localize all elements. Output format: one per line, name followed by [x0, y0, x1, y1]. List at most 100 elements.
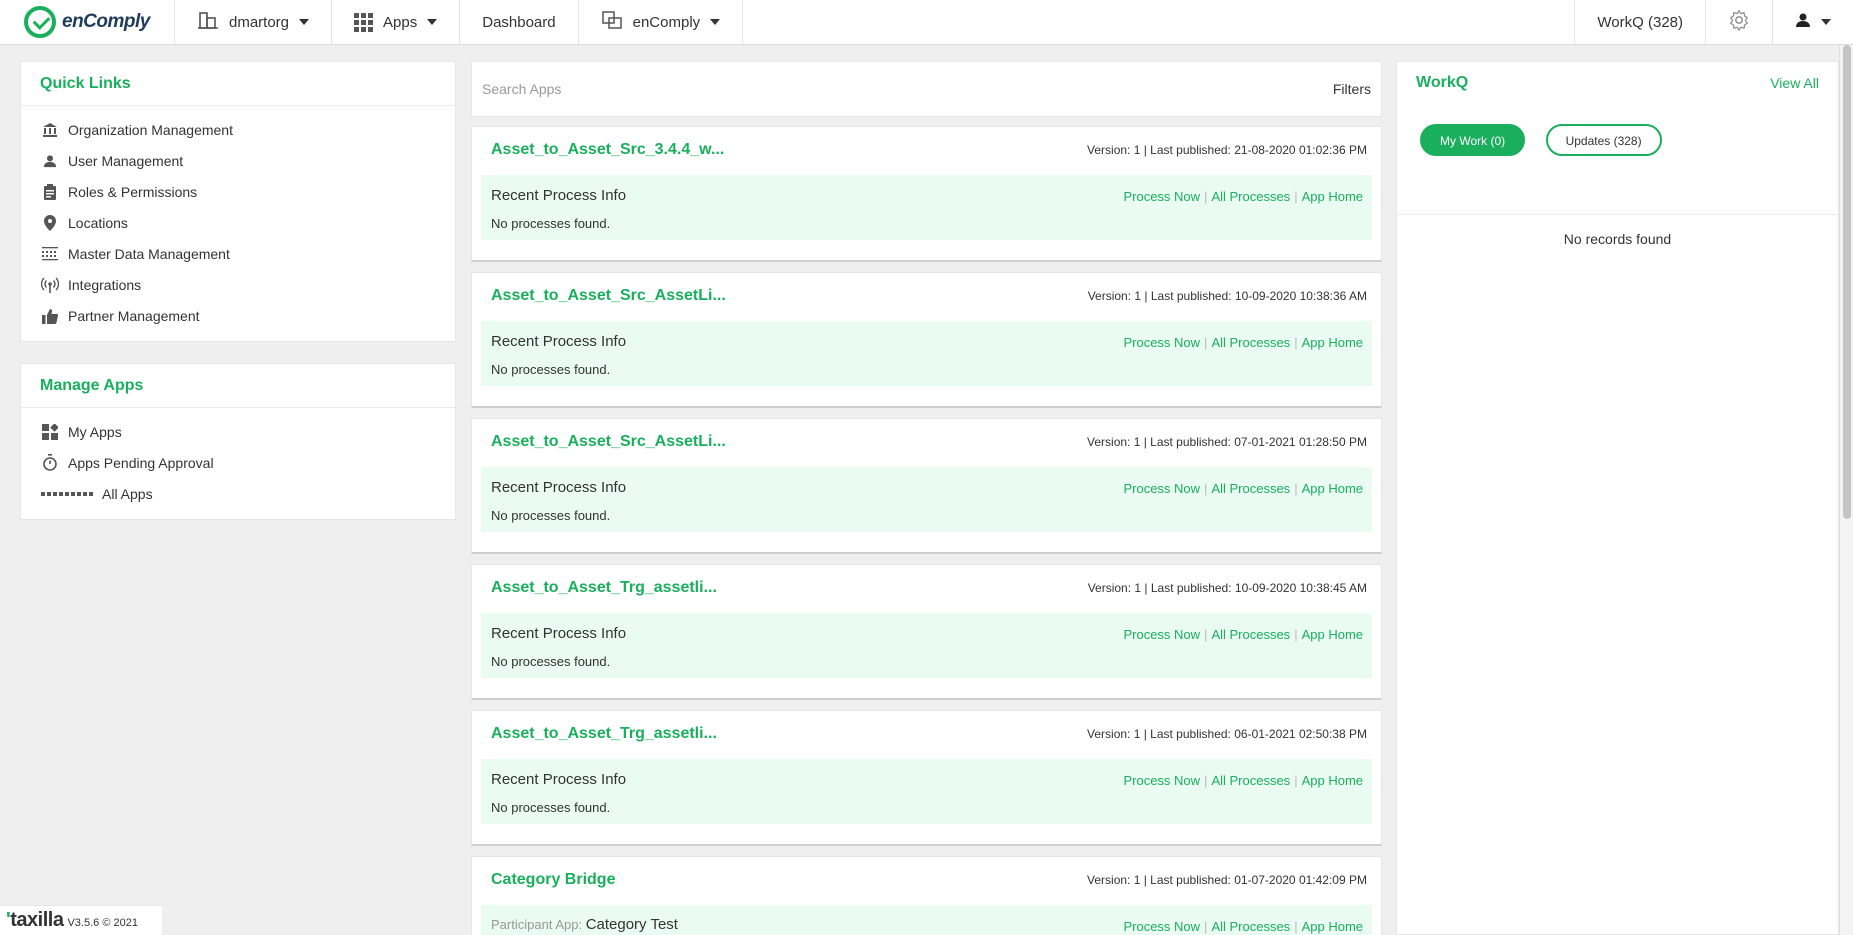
all-processes-link[interactable]: All Processes — [1211, 335, 1290, 350]
quick-link-locations[interactable]: Locations — [21, 207, 455, 238]
context-name: enComply — [632, 13, 701, 31]
app-meta: Version: 1 | Last published: 10-09-2020 … — [1087, 289, 1367, 303]
app-card: Asset_to_Asset_Src_3.4.4_w... Version: 1… — [471, 126, 1382, 262]
workq-tabs: My Work (0) Updates (328) — [1397, 104, 1838, 215]
process-now-link[interactable]: Process Now — [1123, 189, 1200, 204]
app-home-link[interactable]: App Home — [1302, 335, 1363, 350]
brand[interactable]: enComply — [0, 0, 175, 44]
search-apps-input[interactable] — [482, 81, 1333, 97]
link-separator: | — [1204, 919, 1208, 934]
manage-apps-my-apps[interactable]: My Apps — [21, 416, 455, 447]
view-all-link[interactable]: View All — [1770, 75, 1819, 91]
recent-process-info: Recent Process Info No processes found. … — [481, 175, 1372, 240]
top-navbar: enComply dmartorg Apps Dashboard enCompl… — [0, 0, 1853, 45]
app-home-link[interactable]: App Home — [1302, 627, 1363, 642]
process-now-link[interactable]: Process Now — [1123, 335, 1200, 350]
link-separator: | — [1294, 335, 1298, 350]
manage-apps-label: Apps Pending Approval — [68, 454, 214, 471]
thumbs-up-icon — [41, 307, 59, 325]
app-title[interactable]: Asset_to_Asset_Src_AssetLi... — [491, 287, 726, 305]
manage-apps-pending-approval[interactable]: Apps Pending Approval — [21, 447, 455, 478]
quick-link-organization-management[interactable]: Organization Management — [21, 114, 455, 145]
footer-version: V3.5.6 © 2021 — [67, 916, 138, 929]
app-title[interactable]: Category Bridge — [491, 871, 615, 889]
chevron-down-icon — [427, 19, 438, 25]
all-processes-link[interactable]: All Processes — [1211, 773, 1290, 788]
quick-links-title: Quick Links — [21, 62, 455, 106]
switch-context-icon — [601, 10, 623, 34]
process-status: No processes found. — [491, 508, 611, 523]
app-home-link[interactable]: App Home — [1302, 481, 1363, 496]
user-menu[interactable] — [1772, 0, 1853, 44]
app-card: Category Bridge Version: 1 | Last publis… — [471, 856, 1382, 935]
tab-updates[interactable]: Updates (328) — [1545, 124, 1662, 156]
participant-app-value: Category Test — [585, 916, 678, 933]
tab-my-work[interactable]: My Work (0) — [1420, 124, 1526, 156]
settings-button[interactable] — [1705, 0, 1772, 44]
all-processes-link[interactable]: All Processes — [1211, 189, 1290, 204]
app-title[interactable]: Asset_to_Asset_Src_3.4.4_w... — [491, 141, 724, 159]
recent-process-info: Recent Process Info No processes found. … — [481, 467, 1372, 532]
process-status: No processes found. — [491, 216, 611, 231]
scrollbar-thumb[interactable] — [1843, 45, 1851, 519]
apps-menu[interactable]: Apps — [332, 0, 461, 44]
page-scrollbar[interactable] — [1839, 45, 1853, 935]
process-now-link[interactable]: Process Now — [1123, 481, 1200, 496]
quick-link-label: Partner Management — [68, 307, 200, 324]
process-now-link[interactable]: Process Now — [1123, 627, 1200, 642]
org-name: dmartorg — [229, 13, 290, 31]
recent-process-label: Recent Process Info — [491, 771, 627, 788]
process-status: No processes found. — [491, 800, 611, 815]
quick-link-partner-management[interactable]: Partner Management — [21, 300, 455, 331]
participant-app-label: Participant App: — [491, 917, 583, 932]
process-now-link[interactable]: Process Now — [1123, 919, 1200, 934]
encomply-logo-icon — [24, 6, 56, 38]
brand-name: enComply — [62, 11, 150, 32]
workq-link[interactable]: WorkQ (328) — [1574, 0, 1705, 44]
recent-process-label: Recent Process Info — [491, 333, 627, 350]
process-status: No processes found. — [491, 654, 611, 669]
app-meta: Version: 1 | Last published: 06-01-2021 … — [1087, 727, 1367, 741]
quick-link-label: Master Data Management — [68, 245, 230, 262]
org-switcher[interactable]: dmartorg — [175, 0, 333, 44]
quick-link-label: Integrations — [68, 276, 142, 293]
manage-apps-all-apps[interactable]: All Apps — [21, 478, 455, 509]
all-processes-link[interactable]: All Processes — [1211, 481, 1290, 496]
workq-title: WorkQ — [1416, 74, 1469, 91]
app-home-link[interactable]: App Home — [1302, 773, 1363, 788]
quick-link-integrations[interactable]: Integrations — [21, 269, 455, 300]
quick-link-user-management[interactable]: User Management — [21, 145, 455, 176]
recent-process-label: Recent Process Info — [491, 625, 627, 642]
all-processes-link[interactable]: All Processes — [1211, 627, 1290, 642]
dashboard-link[interactable]: Dashboard — [460, 0, 579, 44]
apps-grid-icon — [354, 12, 374, 32]
app-home-link[interactable]: App Home — [1302, 189, 1363, 204]
context-switcher[interactable]: enComply — [579, 0, 744, 44]
quick-link-roles-permissions[interactable]: Roles & Permissions — [21, 176, 455, 207]
app-title[interactable]: Asset_to_Asset_Trg_assetli... — [491, 725, 717, 743]
dashboard-label: Dashboard — [482, 13, 556, 31]
all-processes-link[interactable]: All Processes — [1211, 919, 1290, 934]
quick-link-master-data-management[interactable]: Master Data Management — [21, 238, 455, 269]
link-separator: | — [1204, 773, 1208, 788]
link-separator: | — [1294, 773, 1298, 788]
app-meta: Version: 1 | Last published: 01-07-2020 … — [1087, 873, 1367, 887]
manage-apps-panel: Manage Apps My Apps Apps Pending Approva… — [20, 363, 456, 520]
app-card: Asset_to_Asset_Trg_assetli... Version: 1… — [471, 710, 1382, 846]
workq-panel: WorkQ View All My Work (0) Updates (328)… — [1396, 61, 1839, 935]
app-title[interactable]: Asset_to_Asset_Trg_assetli... — [491, 579, 717, 597]
link-separator: | — [1204, 481, 1208, 496]
filters-button[interactable]: Filters — [1333, 81, 1371, 97]
building-icon — [197, 11, 219, 33]
process-now-link[interactable]: Process Now — [1123, 773, 1200, 788]
gear-icon — [1728, 9, 1750, 35]
app-home-link[interactable]: App Home — [1302, 919, 1363, 934]
link-separator: | — [1294, 919, 1298, 934]
footer: 'taxilla V3.5.6 © 2021 — [0, 905, 162, 935]
app-title[interactable]: Asset_to_Asset_Src_AssetLi... — [491, 433, 726, 451]
apps-grid-icon — [41, 491, 93, 496]
user-icon — [1795, 12, 1811, 32]
app-meta: Version: 1 | Last published: 07-01-2021 … — [1087, 435, 1367, 449]
link-separator: | — [1204, 627, 1208, 642]
recent-process-label: Recent Process Info — [491, 479, 627, 496]
